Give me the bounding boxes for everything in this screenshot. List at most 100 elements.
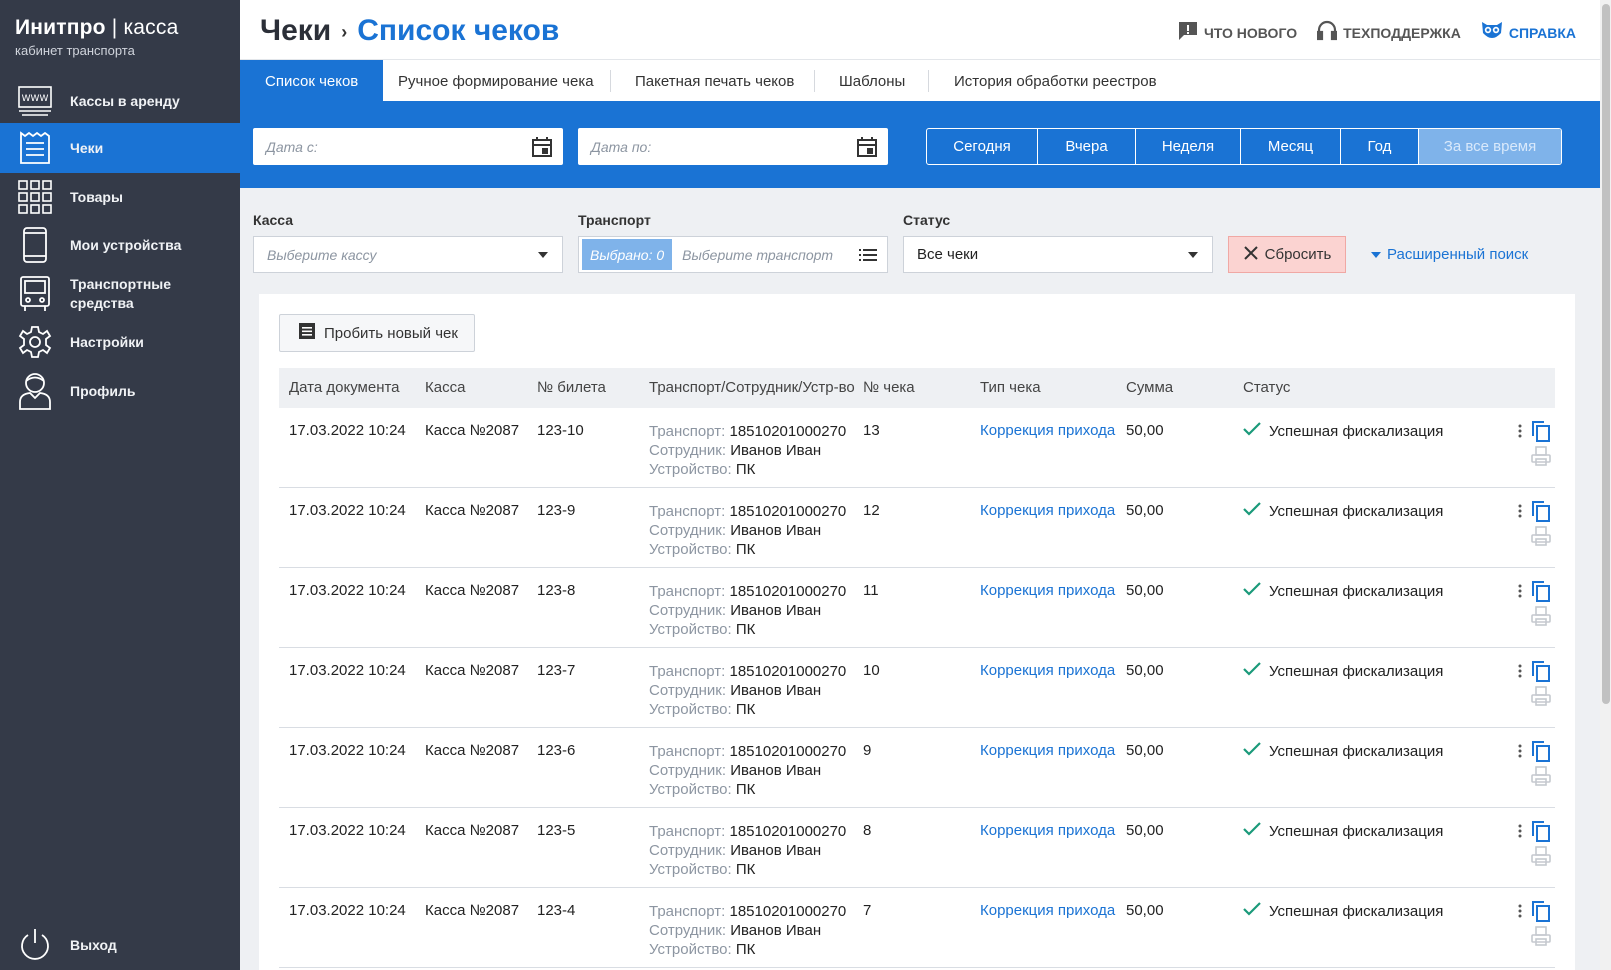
date-to-input[interactable]: Дата по: [578,128,888,165]
tab-divider [928,70,929,92]
period-month-button[interactable]: Месяц [1241,129,1341,164]
tab-registry-history[interactable]: История обработки реестров [954,60,1157,102]
more-options-icon[interactable] [1518,664,1522,683]
cell-check-type-link[interactable]: Коррекция прихода [980,582,1115,599]
reset-filters-button[interactable]: Сбросить [1228,236,1346,273]
sidebar-item-settings[interactable]: Настройки [0,317,240,367]
copy-icon[interactable] [1531,740,1551,767]
more-options-icon[interactable] [1518,584,1522,603]
column-header-sum[interactable]: Сумма [1126,379,1173,396]
more-options-icon[interactable] [1518,424,1522,443]
printer-icon[interactable] [1531,446,1551,471]
column-header-check-number[interactable]: № чека [863,379,915,396]
tab-templates[interactable]: Шаблоны [839,60,905,102]
close-icon [1243,245,1259,265]
cell-check-type-link[interactable]: Коррекция прихода [980,742,1115,759]
table-row[interactable]: 17.03.2022 10:24 Касса №2087 123-10 Транспо… [279,408,1555,488]
more-options-icon[interactable] [1518,904,1522,923]
tab-bar: Список чеков Ручное формирование чека Па… [240,59,1600,102]
table-row[interactable]: 17.03.2022 10:24 Касса №2087 123-4 Транспор… [279,888,1555,968]
copy-icon[interactable] [1531,820,1551,847]
copy-icon[interactable] [1531,900,1551,927]
scrollbar-thumb[interactable] [1602,4,1610,704]
column-header-kassa[interactable]: Касса [425,379,465,396]
tab-manual-check[interactable]: Ручное формирование чека [398,60,594,102]
column-header-ticket[interactable]: № билета [537,379,606,396]
table-row[interactable]: 17.03.2022 10:24 Касса №2087 123-9 Транспор… [279,488,1555,568]
copy-icon[interactable] [1531,660,1551,687]
employee-value: Иванов Иван [730,442,822,459]
sidebar-item-goods[interactable]: Товары [0,172,240,222]
kassa-select[interactable]: Выберите кассу [253,236,563,273]
table-row[interactable]: 17.03.2022 10:24 Касса №2087 123-6 Транспор… [279,728,1555,808]
check-icon [1243,902,1261,920]
sidebar-item-checks[interactable]: Чеки [0,123,240,173]
sidebar-item-label: Транспортные средства [70,276,172,311]
cell-check-type-link[interactable]: Коррекция прихода [980,662,1115,679]
more-options-icon[interactable] [1518,744,1522,763]
sidebar-item-devices[interactable]: Мои устройства [0,220,240,270]
help-label: Справка [1508,24,1576,41]
transport-line: Транспорт: 18510201000270 [649,902,846,921]
cell-check-type-link[interactable]: Коррекция прихода [980,822,1115,839]
cell-kassa: Касса №2087 [425,662,520,679]
printer-icon[interactable] [1531,526,1551,551]
more-options-icon[interactable] [1518,504,1522,523]
device-key: Устройство: [649,781,732,798]
whats-new-link[interactable]: Что нового [1178,21,1297,44]
svg-text:WWW: WWW [22,94,49,104]
employee-key: Сотрудник: [649,442,727,459]
device-line: Устройство: ПК [649,540,846,559]
cell-check-type-link[interactable]: Коррекция прихода [980,902,1115,919]
column-header-type[interactable]: Тип чека [980,379,1041,396]
table-row[interactable]: 17.03.2022 10:24 Касса №2087 123-8 Транспор… [279,568,1555,648]
date-from-input[interactable]: Дата с: [253,128,563,165]
list-icon[interactable] [859,248,877,262]
more-options-icon[interactable] [1518,824,1522,843]
period-all-time-button[interactable]: За все время [1419,129,1561,164]
period-year-button[interactable]: Год [1341,129,1419,164]
cell-sum: 50,00 [1126,422,1164,439]
status-select[interactable]: Все чеки [903,236,1213,273]
new-check-button[interactable]: Пробить новый чек [279,314,475,352]
period-today-button[interactable]: Сегодня [927,129,1038,164]
copy-icon[interactable] [1531,500,1551,527]
tab-batch-print[interactable]: Пакетная печать чеков [635,60,794,102]
printer-icon[interactable] [1531,766,1551,791]
period-yesterday-button[interactable]: Вчера [1038,129,1136,164]
device-value: ПК [735,781,756,798]
calendar-icon[interactable] [531,136,553,158]
cell-kassa: Касса №2087 [425,822,520,839]
help-link[interactable]: Справка [1481,21,1576,44]
printer-icon[interactable] [1531,686,1551,711]
printer-icon[interactable] [1531,926,1551,951]
advanced-search-toggle[interactable]: Расширенный поиск [1371,246,1528,263]
period-week-button[interactable]: Неделя [1136,129,1241,164]
brand-subtitle: кабинет транспорта [15,43,135,58]
cell-check-type-link[interactable]: Коррекция прихода [980,422,1115,439]
cell-date: 17.03.2022 10:24 [289,902,406,919]
support-link[interactable]: Техподдержка [1316,20,1461,45]
cell-check-type-link[interactable]: Коррекция прихода [980,502,1115,519]
printer-icon[interactable] [1531,606,1551,631]
sidebar-item-transport[interactable]: Транспортные средства [0,269,240,319]
table-row[interactable]: 17.03.2022 10:24 Касса №2087 123-5 Транспор… [279,808,1555,888]
power-icon [17,927,53,963]
copy-icon[interactable] [1531,580,1551,607]
sidebar-item-rent[interactable]: WWW Кассы в аренду [0,76,240,126]
breadcrumb-parent[interactable]: Чеки [260,14,331,47]
tab-check-list[interactable]: Список чеков [240,60,384,102]
column-header-date[interactable]: Дата документа [289,379,400,396]
printer-icon[interactable] [1531,846,1551,871]
column-header-status[interactable]: Статус [1243,379,1290,396]
copy-icon[interactable] [1531,420,1551,447]
column-header-transport[interactable]: Транспорт/Сотрудник/Устр-во [649,379,855,396]
page-header: Чеки › Список чеков Что нового Техподдержк… [240,0,1600,60]
table-row[interactable]: 17.03.2022 10:24 Касса №2087 123-7 Транспор… [279,648,1555,728]
transport-select[interactable]: Выбрано: 0 Выберите транспорт [578,236,888,273]
brand-logo[interactable]: Инитпро | касса кабинет транспорта [0,0,240,66]
check-icon [1243,662,1261,680]
sidebar-item-profile[interactable]: Профиль [0,366,240,416]
logout-button[interactable]: Выход [0,920,240,970]
calendar-icon[interactable] [856,136,878,158]
